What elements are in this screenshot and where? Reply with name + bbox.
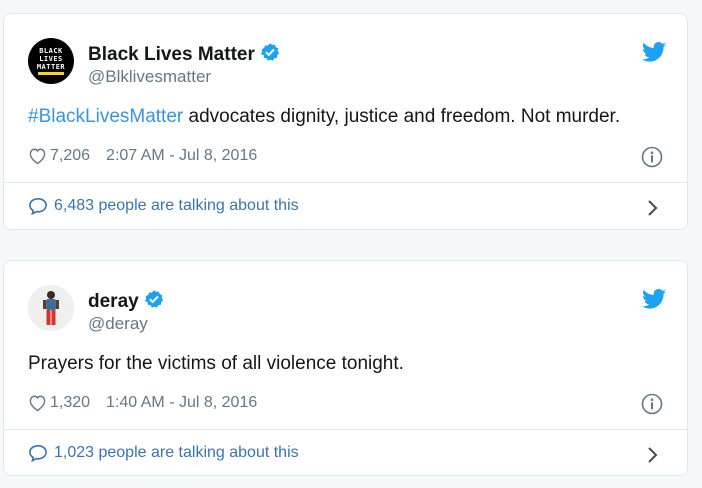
like-count[interactable]: 7,206 (50, 147, 90, 165)
verified-badge-icon (144, 290, 163, 308)
like-count[interactable]: 1,320 (50, 394, 90, 412)
divider (4, 429, 687, 430)
info-icon[interactable] (641, 393, 663, 415)
chevron-right-icon[interactable] (647, 199, 659, 217)
tweet-header: deray @deray (28, 285, 668, 335)
twitter-bird-icon[interactable] (642, 42, 666, 62)
avatar-figure (28, 285, 74, 331)
tweet-card[interactable]: BLACK LIVES MATTER Black Lives Matter @B… (3, 13, 688, 230)
talking-link[interactable]: 1,023 people are talking about this (28, 444, 299, 462)
info-icon[interactable] (641, 146, 663, 168)
tweet-meta: 7,206 2:07 AM - Jul 8, 2016 (28, 147, 257, 165)
talking-link[interactable]: 6,483 people are talking about this (28, 197, 299, 215)
author-handle[interactable]: @deray (88, 314, 148, 334)
tweet-text: Prayers for the victims of all violence … (28, 353, 404, 374)
verified-badge-icon (260, 43, 280, 61)
tweet-card[interactable]: deray @deray Prayers for the victims of … (3, 260, 688, 476)
tweet-text: #BlackLivesMatter advocates dignity, jus… (28, 106, 620, 128)
tweet-header: BLACK LIVES MATTER Black Lives Matter @B… (28, 38, 668, 88)
hashtag-link[interactable]: #BlackLivesMatter (28, 106, 183, 127)
tweet-text-body: advocates dignity, justice and freedom. … (183, 106, 621, 127)
avatar-logo-text: BLACK LIVES MATTER (36, 47, 66, 71)
heart-icon[interactable] (28, 394, 47, 412)
heart-icon[interactable] (28, 147, 47, 165)
divider (4, 182, 687, 183)
speech-bubble-icon (29, 197, 47, 215)
avatar[interactable] (28, 285, 74, 331)
twitter-bird-icon[interactable] (642, 289, 666, 309)
avatar-logo-bar (37, 72, 64, 75)
talking-text: 6,483 people are talking about this (54, 197, 299, 214)
tweet-meta: 1,320 1:40 AM - Jul 8, 2016 (28, 394, 257, 412)
chevron-right-icon[interactable] (647, 446, 659, 464)
speech-bubble-icon (29, 444, 47, 462)
timestamp[interactable]: 1:40 AM - Jul 8, 2016 (106, 394, 257, 412)
author-handle[interactable]: @Blklivesmatter (88, 67, 211, 87)
timestamp[interactable]: 2:07 AM - Jul 8, 2016 (106, 147, 257, 165)
author-name[interactable]: deray (88, 289, 164, 313)
talking-text: 1,023 people are talking about this (54, 444, 299, 461)
author-name[interactable]: Black Lives Matter (88, 42, 280, 66)
avatar[interactable]: BLACK LIVES MATTER (28, 38, 74, 84)
